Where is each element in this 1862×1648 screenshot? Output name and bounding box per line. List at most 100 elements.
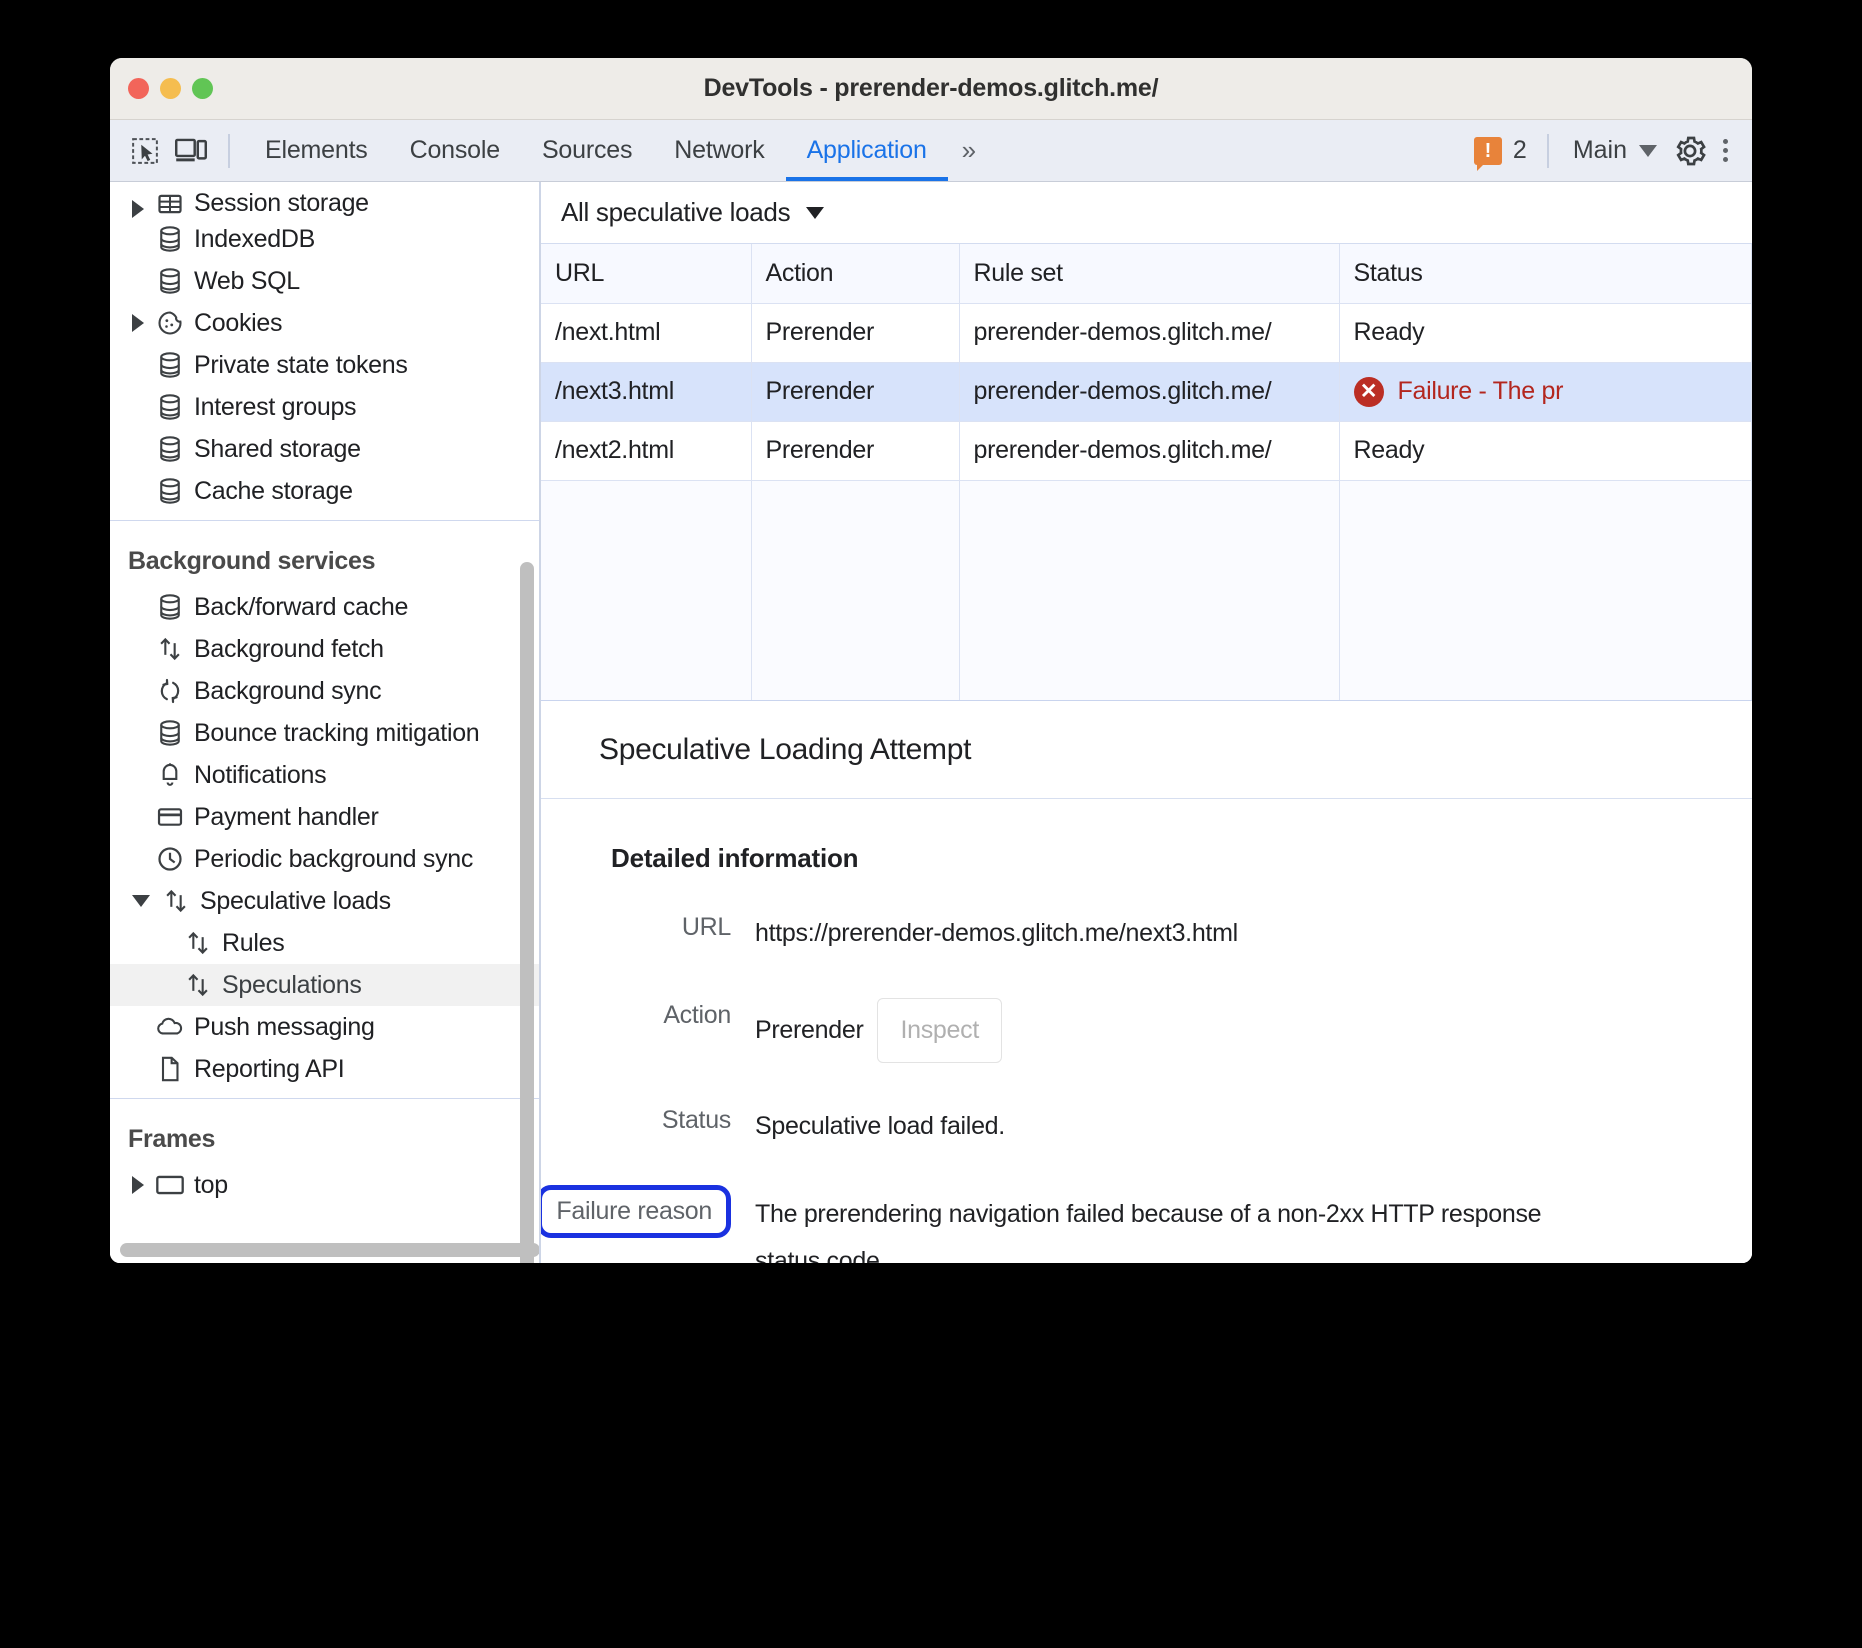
sidebar-item-speculative-loads[interactable]: Speculative loads [110, 880, 539, 922]
sidebar-item-label: Speculations [216, 971, 362, 1000]
sidebar-item-speculations[interactable]: Speculations [110, 964, 539, 1006]
sidebar-item-label: Push messaging [188, 1013, 375, 1042]
sidebar-item-label: Periodic background sync [188, 845, 473, 874]
sidebar-item-label: Interest groups [188, 393, 356, 422]
inspect-button[interactable]: Inspect [877, 998, 1002, 1064]
sidebar-item-rules[interactable]: Rules [110, 922, 539, 964]
sidebar-item-reporting-api[interactable]: Reporting API [110, 1048, 539, 1090]
credit-card-icon [152, 803, 188, 831]
close-window-button[interactable] [128, 78, 149, 99]
sidebar-item-payment-handler[interactable]: Payment handler [110, 796, 539, 838]
more-tabs-icon[interactable]: » [948, 135, 986, 166]
tab-sources[interactable]: Sources [521, 120, 653, 181]
device-toolbar-icon[interactable] [168, 128, 214, 174]
tab-console[interactable]: Console [389, 120, 521, 181]
cell-status: Ready [1339, 303, 1752, 362]
sidebar-item-web-sql[interactable]: Web SQL [110, 260, 539, 302]
sidebar-item-session-storage[interactable]: Session storage [110, 182, 539, 218]
sidebar-item-cache-storage[interactable]: Cache storage [110, 470, 539, 512]
sidebar-item-label: Background fetch [188, 635, 384, 664]
expand-triangle-icon[interactable] [132, 314, 144, 332]
table-body: /next.html Prerender prerender-demos.gli… [541, 303, 1752, 700]
minimize-window-button[interactable] [160, 78, 181, 99]
sidebar-item-label: Payment handler [188, 803, 379, 832]
detail-section-title: Detailed information [541, 843, 1752, 874]
detail-value-failure-reason: The prerendering navigation failed becau… [731, 1191, 1601, 1264]
sidebar-item-label: Session storage [188, 189, 369, 218]
sidebar-item-private-state-tokens[interactable]: Private state tokens [110, 344, 539, 386]
sidebar-item-shared-storage[interactable]: Shared storage [110, 428, 539, 470]
detail-pane-body: Detailed information URL https://prerend… [541, 799, 1752, 1263]
sidebar-section-frames: Frames top [110, 1099, 539, 1214]
sidebar-vertical-scrollbar[interactable] [520, 562, 534, 1263]
cell-url: /next3.html [541, 362, 751, 421]
sidebar-item-label: Rules [216, 929, 284, 958]
column-header-url[interactable]: URL [541, 244, 751, 303]
database-icon [152, 435, 188, 463]
empty-cell [541, 480, 751, 700]
sidebar-item-background-fetch[interactable]: Background fetch [110, 628, 539, 670]
column-header-status[interactable]: Status [1339, 244, 1752, 303]
database-icon [152, 267, 188, 295]
inspect-element-icon[interactable] [122, 128, 168, 174]
clock-icon [152, 845, 188, 873]
updown-icon [180, 929, 216, 957]
sidebar-item-label: Background sync [188, 677, 381, 706]
tab-network[interactable]: Network [653, 120, 785, 181]
more-vertical-icon[interactable] [1713, 139, 1738, 162]
sidebar-item-interest-groups[interactable]: Interest groups [110, 386, 539, 428]
sidebar-horizontal-scrollbar[interactable] [120, 1243, 540, 1257]
warnings-indicator[interactable]: ! 2 [1474, 136, 1533, 165]
collapse-triangle-icon[interactable] [132, 895, 150, 907]
window-title: DevTools - prerender-demos.glitch.me/ [110, 74, 1752, 103]
application-sidebar[interactable]: Session storage IndexedDB Web SQL [110, 182, 540, 1263]
column-header-ruleset[interactable]: Rule set [959, 244, 1339, 303]
speculations-filter-bar: All speculative loads [541, 182, 1752, 244]
gear-icon[interactable] [1667, 128, 1713, 174]
column-header-action[interactable]: Action [751, 244, 959, 303]
sidebar-item-notifications[interactable]: Notifications [110, 754, 539, 796]
table-row[interactable]: /next.html Prerender prerender-demos.gli… [541, 303, 1752, 362]
cell-status: ✕ Failure - The pr [1339, 362, 1752, 421]
detail-label-failure-reason-wrap: Failure reason [541, 1191, 731, 1238]
updown-icon [180, 971, 216, 999]
database-icon [152, 719, 188, 747]
sidebar-item-push-messaging[interactable]: Push messaging [110, 1006, 539, 1048]
table-row[interactable]: /next3.html Prerender prerender-demos.gl… [541, 362, 1752, 421]
detail-label-action: Action [541, 998, 731, 1030]
expand-triangle-icon[interactable] [132, 1176, 144, 1194]
bell-icon [152, 761, 188, 789]
sidebar-item-periodic-background-sync[interactable]: Periodic background sync [110, 838, 539, 880]
status-failure: ✕ Failure - The pr [1354, 377, 1564, 407]
cell-action: Prerender [751, 421, 959, 480]
speculations-panel: All speculative loads URL Action Rule se… [540, 182, 1752, 1263]
maximize-window-button[interactable] [192, 78, 213, 99]
table-row[interactable]: /next2.html Prerender prerender-demos.gl… [541, 421, 1752, 480]
sidebar-item-cookies[interactable]: Cookies [110, 302, 539, 344]
cell-ruleset: prerender-demos.glitch.me/ [959, 362, 1339, 421]
sidebar-item-label: Shared storage [188, 435, 361, 464]
speculations-table-container[interactable]: URL Action Rule set Status /next.html Pr… [541, 244, 1752, 700]
sidebar-item-background-sync[interactable]: Background sync [110, 670, 539, 712]
sidebar-item-back-forward-cache[interactable]: Back/forward cache [110, 586, 539, 628]
sidebar-item-label: IndexedDB [188, 225, 315, 254]
table-header: URL Action Rule set Status [541, 244, 1752, 303]
expand-triangle-icon[interactable] [132, 200, 144, 218]
cell-action: Prerender [751, 362, 959, 421]
window-titlebar: DevTools - prerender-demos.glitch.me/ [110, 58, 1752, 120]
detail-value-action-wrap: Prerender Inspect [731, 998, 1002, 1064]
sidebar-item-top-frame[interactable]: top [110, 1164, 539, 1206]
tab-elements[interactable]: Elements [244, 120, 389, 181]
database-icon [152, 477, 188, 505]
sidebar-item-indexeddb[interactable]: IndexedDB [110, 218, 539, 260]
context-selector[interactable]: Main [1563, 136, 1667, 165]
tab-application[interactable]: Application [786, 120, 948, 181]
cloud-icon [152, 1013, 188, 1041]
devtools-body: Session storage IndexedDB Web SQL [110, 182, 1752, 1263]
sidebar-item-bounce-tracking-mitigation[interactable]: Bounce tracking mitigation [110, 712, 539, 754]
sidebar-item-label: Web SQL [188, 267, 300, 296]
sidebar-item-label: Cache storage [188, 477, 353, 506]
detail-row-action: Action Prerender Inspect [541, 998, 1752, 1064]
window-controls[interactable] [128, 78, 213, 99]
filter-dropdown[interactable]: All speculative loads [561, 197, 824, 228]
